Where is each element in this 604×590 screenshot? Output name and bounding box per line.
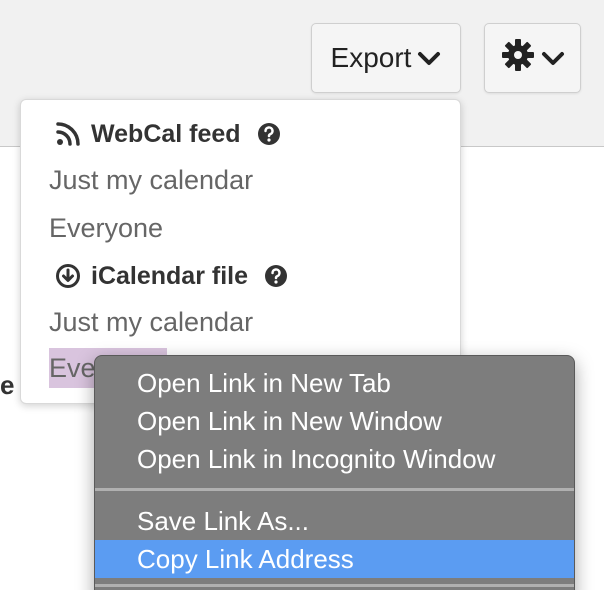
webcal-just-my-calendar[interactable]: Just my calendar — [21, 158, 460, 202]
download-circle-icon — [55, 263, 81, 289]
webcal-label: WebCal feed — [91, 119, 241, 148]
chevron-down-icon — [541, 42, 565, 74]
icalendar-label: iCalendar file — [91, 261, 248, 290]
icalendar-header: iCalendar file — [21, 256, 460, 296]
copy-link-address[interactable]: Copy Link Address — [95, 540, 574, 578]
open-link-new-tab[interactable]: Open Link in New Tab — [95, 364, 574, 402]
webcal-everyone[interactable]: Everyone — [21, 206, 460, 250]
webcal-header: WebCal feed — [21, 114, 460, 154]
open-link-new-window[interactable]: Open Link in New Window — [95, 402, 574, 440]
background-text-fragment: e — [0, 370, 15, 400]
export-button[interactable]: Export — [311, 23, 461, 93]
rss-icon — [55, 121, 81, 147]
icalendar-just-my-calendar[interactable]: Just my calendar — [21, 300, 460, 344]
chevron-down-icon — [417, 42, 441, 74]
menu-separator — [95, 584, 574, 587]
context-menu: Open Link in New Tab Open Link in New Wi… — [94, 355, 575, 590]
gear-icon — [501, 38, 535, 79]
menu-separator — [95, 488, 574, 491]
question-circle-icon[interactable] — [257, 122, 281, 146]
question-circle-icon[interactable] — [264, 264, 288, 288]
settings-button[interactable] — [484, 23, 581, 93]
export-label: Export — [330, 42, 412, 73]
save-link-as[interactable]: Save Link As... — [95, 502, 574, 540]
open-link-incognito-window[interactable]: Open Link in Incognito Window — [95, 440, 574, 478]
